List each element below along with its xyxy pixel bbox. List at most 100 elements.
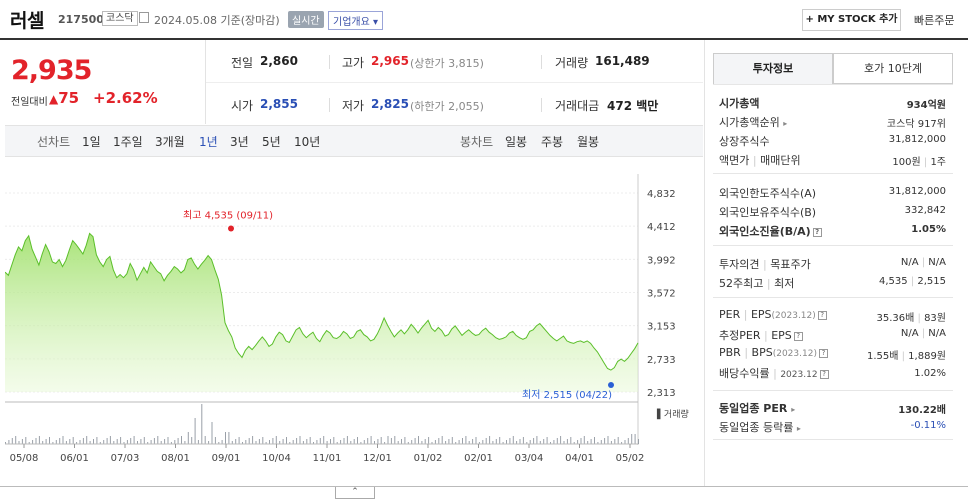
volume-bar bbox=[604, 438, 606, 444]
est-per-eps-label: 추정PER | EPS? bbox=[719, 327, 803, 343]
volume-bar bbox=[79, 440, 81, 444]
divider bbox=[713, 439, 953, 440]
tab-orderbook[interactable]: 호가 10단계 bbox=[833, 53, 953, 84]
volume-bar bbox=[126, 440, 128, 444]
volume-bar bbox=[181, 436, 182, 444]
tab-1w[interactable]: 1주일 bbox=[113, 133, 143, 150]
volume-bar bbox=[197, 440, 199, 444]
stats-row-divider bbox=[206, 82, 703, 83]
panel-divider bbox=[704, 40, 705, 486]
foreign-rate-label: 외국인소진율(B/A)? bbox=[719, 223, 822, 239]
quick-order-button[interactable]: 빠른주문 bbox=[914, 12, 954, 28]
volume-bar bbox=[286, 437, 287, 444]
volume-bar bbox=[201, 404, 203, 444]
help-icon[interactable]: ? bbox=[817, 310, 827, 320]
face-unit-value: 100원 | 1주 bbox=[892, 157, 946, 168]
foreign-hold-label: 외국인보유주식수(B) bbox=[719, 206, 817, 219]
x-tick-label: 12/01 bbox=[363, 453, 392, 464]
lower-limit: (하한가 2,055) bbox=[410, 100, 484, 113]
volume-bar bbox=[543, 439, 545, 444]
chart-bottom-border bbox=[0, 486, 968, 487]
price-chart[interactable]: 4,832 4,412 3,992 3,572 3,153 2,733 2,313 최고 4,… bbox=[5, 160, 703, 470]
volume-bar bbox=[617, 437, 619, 444]
est-per-eps-value: N/A | N/A bbox=[900, 328, 946, 339]
volume-bar bbox=[187, 432, 189, 444]
x-tick-label: 09/01 bbox=[212, 453, 241, 464]
divider bbox=[329, 98, 330, 112]
market-cap-rank-label: 시가총액순위 ▸ bbox=[719, 116, 788, 129]
tab-3m[interactable]: 3개월 bbox=[155, 133, 185, 150]
volume-label: 거래량 bbox=[555, 56, 589, 70]
prev-close-value: 2,860 bbox=[260, 54, 298, 68]
volume-bar bbox=[546, 437, 548, 444]
volume-bar bbox=[448, 439, 450, 444]
volume-bar bbox=[35, 438, 37, 444]
line-chart-label: 선차트 bbox=[37, 135, 71, 149]
volume-bar bbox=[204, 436, 206, 444]
help-icon[interactable]: ? bbox=[793, 331, 803, 341]
volume-bar bbox=[153, 438, 155, 444]
volume-bar bbox=[380, 437, 382, 444]
market-cap-label: 시가총액 bbox=[719, 97, 760, 110]
divider bbox=[329, 55, 330, 69]
volume-bar bbox=[370, 436, 372, 444]
volume-bar bbox=[282, 439, 284, 444]
volume-bar bbox=[106, 438, 108, 444]
x-tick-label: 01/02 bbox=[414, 453, 443, 464]
tab-weekly[interactable]: 주봉 bbox=[541, 133, 563, 150]
tab-1y[interactable]: 1년 bbox=[199, 133, 218, 150]
volume-bar bbox=[482, 440, 484, 444]
volume-bar bbox=[465, 436, 467, 444]
x-tick-label: 08/01 bbox=[161, 453, 190, 464]
add-mystock-button[interactable]: + MY STOCK 추가 bbox=[802, 9, 901, 31]
volume-bar bbox=[570, 437, 572, 444]
foreign-limit-label: 외국인한도주식수(A) bbox=[719, 187, 817, 200]
volume-bar bbox=[272, 438, 274, 444]
volume-bar bbox=[607, 436, 609, 444]
volume-bar bbox=[394, 436, 396, 444]
divider bbox=[713, 390, 953, 391]
tab-5y[interactable]: 5년 bbox=[262, 133, 281, 150]
volume-bar bbox=[357, 437, 358, 444]
volume-bar bbox=[252, 436, 254, 444]
volume-bar bbox=[346, 436, 348, 444]
volume-bar bbox=[353, 439, 355, 444]
volume-bar bbox=[21, 439, 23, 444]
low-marker bbox=[608, 382, 614, 389]
realtime-badge[interactable]: 실시간 bbox=[288, 11, 324, 28]
tab-monthly[interactable]: 월봉 bbox=[577, 133, 599, 150]
volume-bar bbox=[15, 436, 17, 444]
tab-1d[interactable]: 1일 bbox=[82, 133, 101, 150]
week52-value: 4,535 | 2,515 bbox=[878, 276, 946, 287]
price-area bbox=[5, 233, 638, 392]
volume-bar bbox=[485, 438, 487, 444]
pbr-bps-value: 1.55배 | 1,889원 bbox=[866, 351, 946, 362]
divider bbox=[541, 55, 542, 69]
volume-bar bbox=[38, 436, 40, 444]
volume-bar bbox=[228, 432, 230, 444]
volume-bar bbox=[343, 438, 345, 444]
company-overview-button[interactable]: 기업개요 ▾ bbox=[328, 11, 384, 30]
help-icon[interactable]: ? bbox=[812, 227, 822, 237]
volume-bar bbox=[404, 437, 406, 444]
candle-chart-label: 봉차트 bbox=[460, 135, 494, 149]
tab-daily[interactable]: 일봉 bbox=[505, 133, 527, 150]
tab-3y[interactable]: 3년 bbox=[230, 133, 249, 150]
x-tick-label: 04/01 bbox=[565, 453, 594, 464]
tab-10y[interactable]: 10년 bbox=[294, 133, 320, 150]
volume-bar bbox=[451, 437, 453, 444]
y-tick-label: 2,313 bbox=[647, 388, 676, 399]
stock-code: 217500 bbox=[58, 13, 104, 26]
volume-bar bbox=[441, 436, 443, 444]
tab-invest-info[interactable]: 투자정보 bbox=[713, 53, 833, 84]
collapse-chart-button[interactable]: ⌃ bbox=[335, 487, 375, 499]
volume-bar bbox=[624, 440, 626, 444]
opinion-target-label: 투자의견 | 목표주가 bbox=[719, 258, 811, 271]
help-icon[interactable]: ? bbox=[819, 369, 829, 379]
volume-label: ▌거래량 bbox=[656, 408, 689, 420]
volume-bar bbox=[316, 440, 318, 444]
sector-change-value: -0.11% bbox=[910, 420, 946, 431]
volume-bar bbox=[93, 439, 94, 444]
help-icon[interactable]: ? bbox=[818, 348, 828, 358]
opinion-target-value: N/A | N/A bbox=[900, 257, 946, 268]
